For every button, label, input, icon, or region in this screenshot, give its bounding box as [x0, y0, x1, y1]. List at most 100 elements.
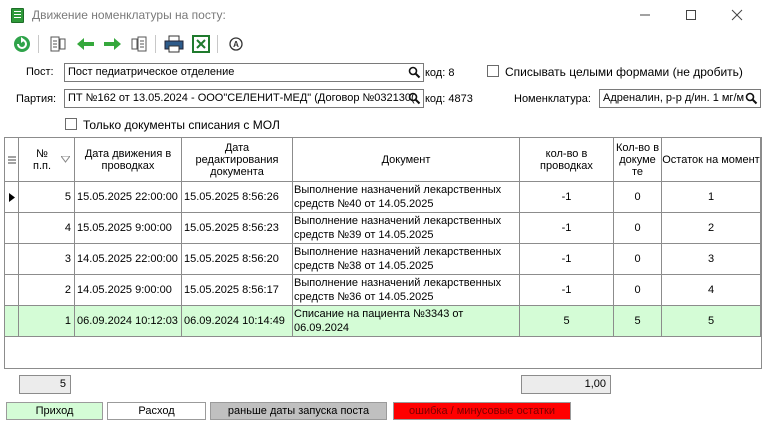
cell-num: 2 [19, 275, 75, 306]
header-date-move[interactable]: Дата движения в проводках [75, 138, 182, 182]
row-pointer-icon [5, 182, 19, 213]
cell-document: Выполнение назначений лекарственных сред… [293, 213, 520, 244]
excel-export-button[interactable] [190, 33, 212, 55]
refresh-button[interactable] [11, 33, 33, 55]
only-writeoff-checkbox[interactable] [65, 118, 77, 130]
cell-qty-post: -1 [520, 182, 614, 213]
cell-date-edit: 15.05.2025 8:56:23 [182, 213, 293, 244]
cell-qty-post: 5 [520, 306, 614, 337]
table-row[interactable]: 4 15.05.2025 9:00:00 15.05.2025 8:56:23 … [5, 213, 761, 244]
post-value: Пост педиатрическое отделение [68, 66, 235, 78]
cell-qty-doc: 0 [614, 182, 662, 213]
header-qty-post[interactable]: кол-во в проводках [520, 138, 614, 182]
refresh-icon [14, 36, 30, 52]
row-indicator [5, 306, 19, 337]
column-chooser-button[interactable] [5, 138, 19, 182]
cell-date-move: 15.05.2025 22:00:00 [75, 182, 182, 213]
footer-sum: 1,00 [521, 375, 611, 394]
cell-document: Выполнение назначений лекарственных сред… [293, 244, 520, 275]
header-num-label: № п.п. [32, 147, 52, 172]
print-button[interactable] [163, 33, 185, 55]
cell-document: Выполнение назначений лекарственных сред… [293, 182, 520, 213]
cell-num: 1 [19, 306, 75, 337]
header-qty-doc[interactable]: Кол-во в докуме те [614, 138, 662, 182]
cell-num: 5 [19, 182, 75, 213]
cell-qty-post: -1 [520, 213, 614, 244]
cell-qty-doc: 0 [614, 213, 662, 244]
arrow-left-icon [77, 38, 94, 50]
list-last-icon [131, 36, 147, 52]
movement-table: № п.п. Дата движения в проводках Дата ре… [4, 137, 762, 369]
footer-count: 5 [19, 375, 71, 394]
cell-date-edit: 15.05.2025 8:56:26 [182, 182, 293, 213]
header-document[interactable]: Документ [293, 138, 520, 182]
toolbar-separator [38, 35, 39, 53]
row-indicator [5, 275, 19, 306]
close-button[interactable] [714, 2, 760, 28]
batch-value: ПТ №162 от 13.05.2024 - ООО"СЕЛЕНИТ-МЕД"… [68, 92, 415, 104]
only-writeoff-label: Только документы списания с МОЛ [83, 118, 280, 132]
post-field[interactable]: Пост педиатрическое отделение [64, 63, 424, 82]
header-date-edit[interactable]: Дата редактирования документа [182, 138, 293, 182]
search-icon[interactable] [408, 66, 421, 79]
app-icon [11, 8, 24, 23]
cell-balance: 2 [662, 213, 761, 244]
cell-date-edit: 15.05.2025 8:56:20 [182, 244, 293, 275]
legend-before-launch: раньше даты запуска поста [210, 402, 387, 420]
table-row[interactable]: 3 14.05.2025 22:00:00 15.05.2025 8:56:20… [5, 244, 761, 275]
row-indicator [5, 244, 19, 275]
first-record-button[interactable] [47, 33, 69, 55]
cell-date-move: 15.05.2025 9:00:00 [75, 213, 182, 244]
cell-date-edit: 06.09.2024 10:14:49 [182, 306, 293, 337]
autofilter-icon: A [229, 37, 243, 51]
svg-text:A: A [233, 40, 239, 49]
cell-date-edit: 15.05.2025 8:56:17 [182, 275, 293, 306]
table-row[interactable]: 1 06.09.2024 10:12:03 06.09.2024 10:14:4… [5, 306, 761, 337]
search-icon[interactable] [745, 92, 758, 105]
table-header: № п.п. Дата движения в проводках Дата ре… [5, 138, 761, 182]
nomenclature-field[interactable]: Адреналин, р-р д/ин. 1 мг/м [599, 89, 761, 108]
cell-balance: 3 [662, 244, 761, 275]
header-num[interactable]: № п.п. [19, 138, 75, 182]
prev-record-button[interactable] [75, 33, 97, 55]
window-title: Движение номенклатуры на посту: [32, 8, 226, 22]
cell-date-move: 06.09.2024 10:12:03 [75, 306, 182, 337]
cell-balance: 4 [662, 275, 761, 306]
toolbar-separator [155, 35, 156, 53]
header-balance[interactable]: Остаток на момент [662, 138, 761, 182]
minimize-icon [640, 14, 650, 16]
cell-qty-post: -1 [520, 244, 614, 275]
legend-income: Приход [6, 402, 103, 420]
arrow-right-icon [104, 38, 121, 50]
last-record-button[interactable] [128, 33, 150, 55]
minimize-button[interactable] [622, 2, 668, 28]
nomenclature-value: Адреналин, р-р д/ин. 1 мг/м [603, 92, 745, 104]
cell-date-move: 14.05.2025 9:00:00 [75, 275, 182, 306]
list-first-icon [50, 36, 66, 52]
next-record-button[interactable] [101, 33, 123, 55]
whole-forms-label: Списывать целыми формами (не дробить) [505, 65, 743, 79]
printer-icon [164, 35, 184, 53]
batch-field[interactable]: ПТ №162 от 13.05.2024 - ООО"СЕЛЕНИТ-МЕД"… [64, 89, 424, 108]
batch-label: Партия: [16, 93, 57, 105]
batch-code: код: 4873 [425, 93, 473, 105]
cell-qty-doc: 5 [614, 306, 662, 337]
legend-expense: Расход [107, 402, 206, 420]
excel-icon [192, 35, 210, 53]
table-row[interactable]: 5 15.05.2025 22:00:00 15.05.2025 8:56:26… [5, 182, 761, 213]
whole-forms-checkbox[interactable] [487, 65, 499, 77]
nomenclature-label: Номенклатура: [514, 93, 591, 105]
title-bar: Движение номенклатуры на посту: [0, 0, 762, 30]
cell-date-move: 14.05.2025 22:00:00 [75, 244, 182, 275]
cell-document: Списание на пациента №3343 от 06.09.2024 [293, 306, 520, 337]
search-icon[interactable] [408, 92, 421, 105]
cell-balance: 5 [662, 306, 761, 337]
sort-desc-icon [61, 156, 70, 163]
maximize-button[interactable] [668, 2, 714, 28]
table-row[interactable]: 2 14.05.2025 9:00:00 15.05.2025 8:56:17 … [5, 275, 761, 306]
cell-num: 3 [19, 244, 75, 275]
autofilter-button[interactable]: A [225, 33, 247, 55]
column-chooser-icon [7, 156, 16, 163]
cell-balance: 1 [662, 182, 761, 213]
close-icon [731, 9, 743, 21]
